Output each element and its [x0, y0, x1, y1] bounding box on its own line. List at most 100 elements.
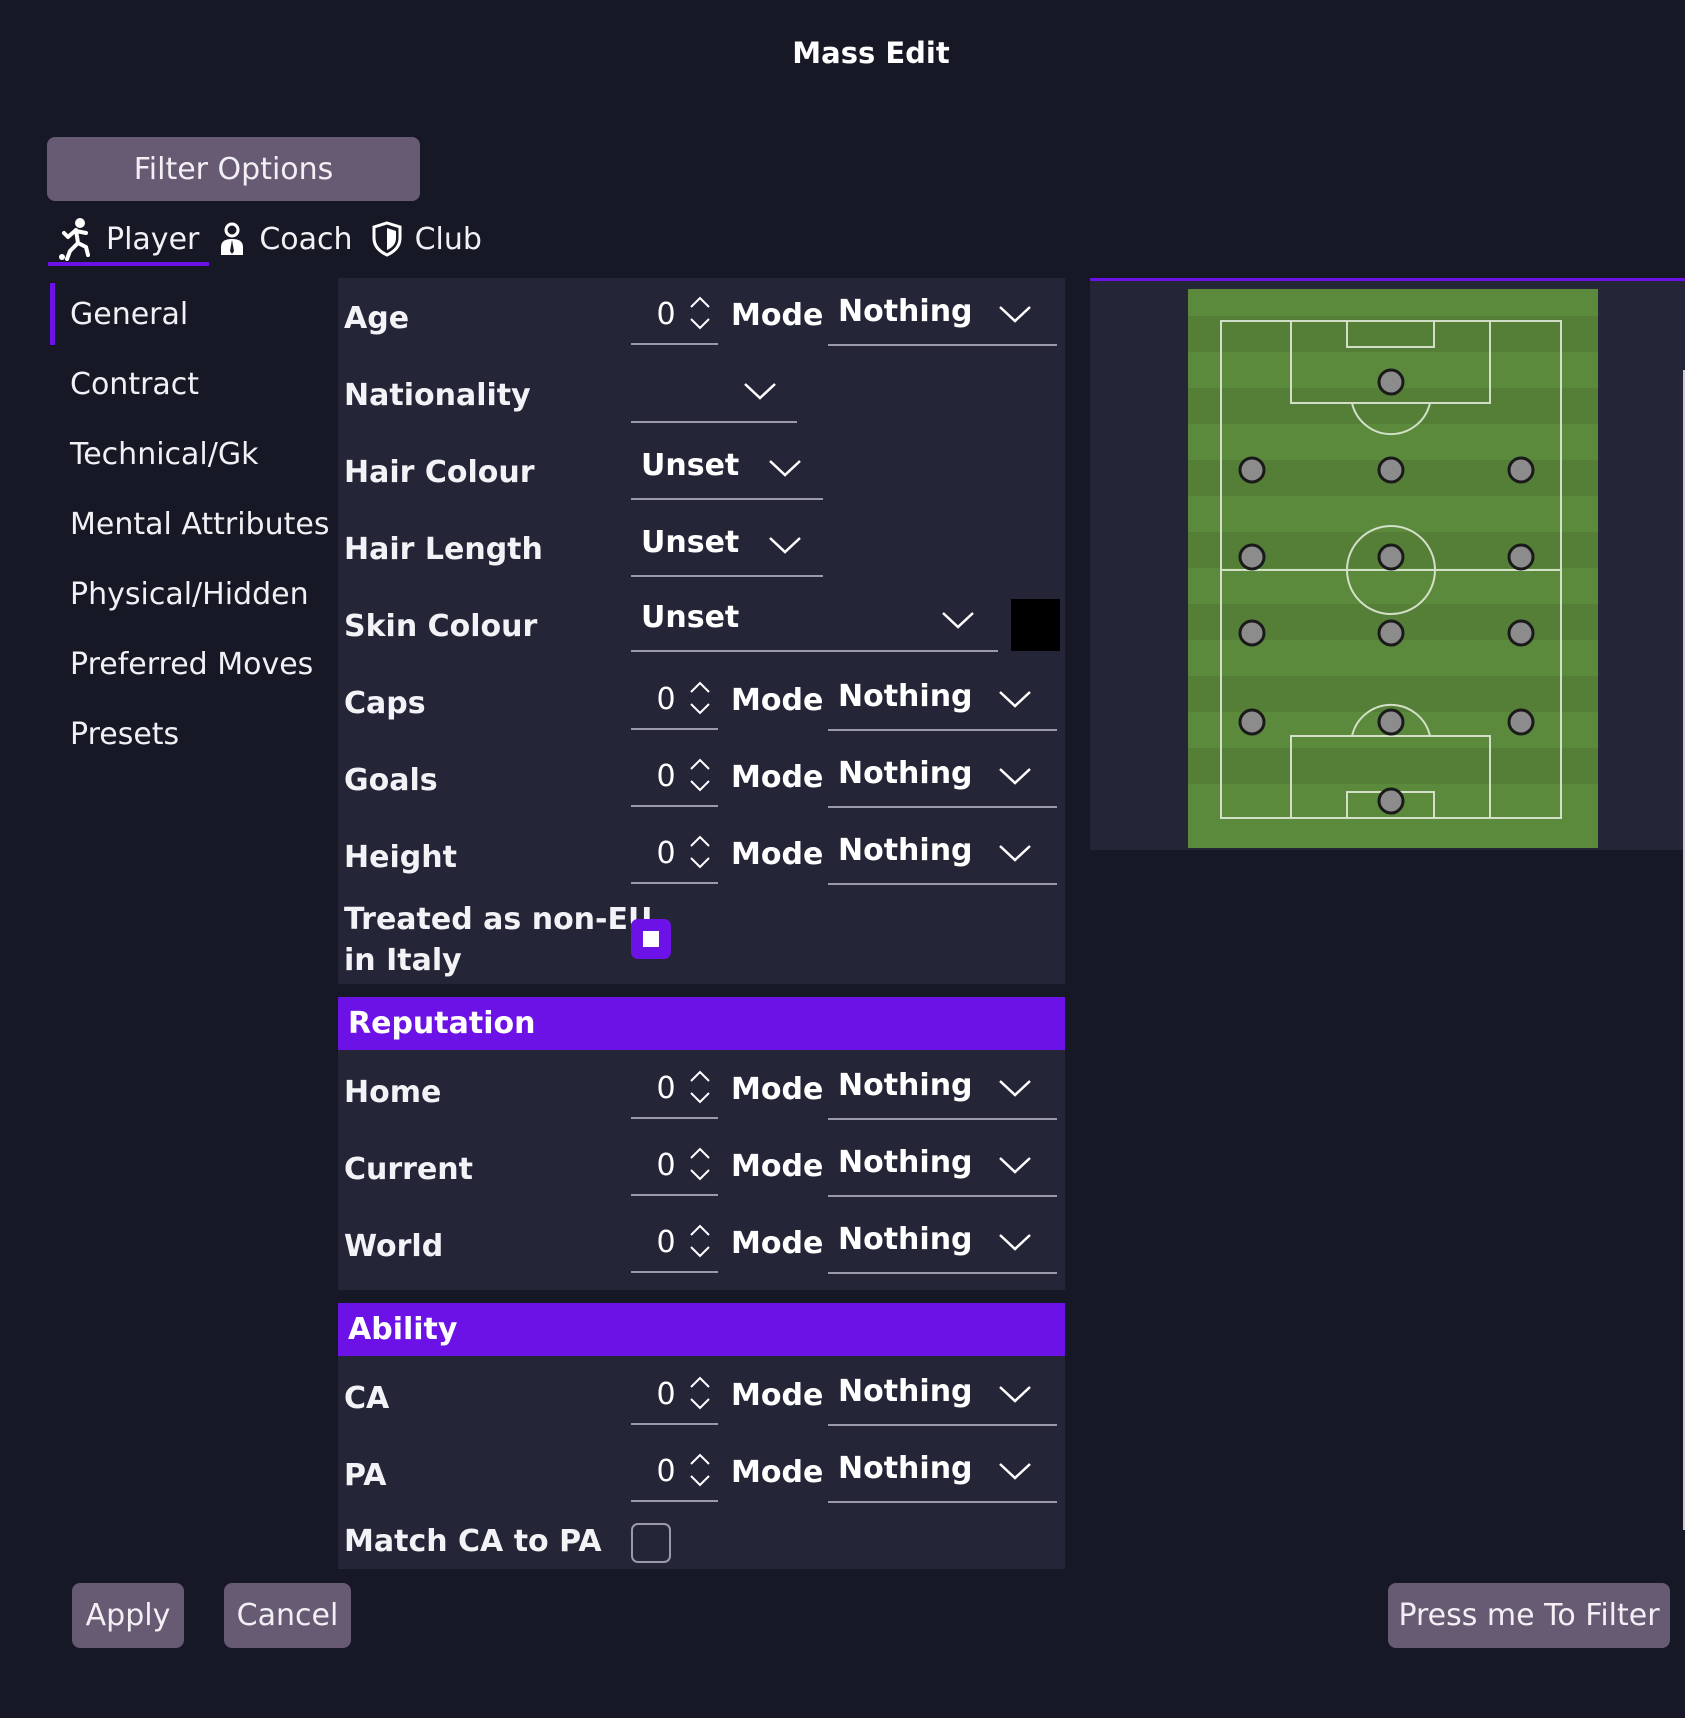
player-position-marker[interactable] — [1377, 543, 1405, 571]
player-position-marker[interactable] — [1238, 708, 1266, 736]
ca-input[interactable]: 0 — [631, 1373, 718, 1425]
world-input[interactable]: 0 — [631, 1221, 718, 1273]
pa-mode-dropdown[interactable]: Nothing — [828, 1447, 1057, 1503]
caps-label: Caps — [344, 686, 426, 721]
club-shield-icon — [372, 221, 402, 257]
apply-button[interactable]: Apply — [72, 1583, 184, 1648]
hair-colour-label: Hair Colour — [344, 455, 535, 490]
entity-tabs: Player Coach Club — [48, 212, 492, 266]
player-position-marker[interactable] — [1377, 368, 1405, 396]
spinner-icon[interactable] — [688, 1144, 712, 1184]
age-input[interactable]: 0 — [631, 293, 718, 345]
non-eu-checkbox[interactable] — [631, 919, 671, 959]
reputation-header: Reputation — [338, 997, 1065, 1050]
world-value: 0 — [656, 1225, 676, 1260]
press-to-filter-button[interactable]: Press me To Filter — [1388, 1583, 1670, 1648]
chevron-down-icon — [999, 1463, 1031, 1480]
caps-mode-dropdown[interactable]: Nothing — [828, 675, 1057, 731]
current-input[interactable]: 0 — [631, 1144, 718, 1196]
goals-mode-dropdown[interactable]: Nothing — [828, 752, 1057, 808]
spinner-icon[interactable] — [688, 1067, 712, 1107]
ca-mode-value: Nothing — [838, 1374, 973, 1409]
goals-input[interactable]: 0 — [631, 755, 718, 807]
spinner-icon[interactable] — [688, 1221, 712, 1261]
player-position-marker[interactable] — [1507, 543, 1535, 571]
sub-navigation: General Contract Technical/Gk Mental Att… — [50, 279, 335, 769]
age-label: Age — [344, 301, 410, 336]
player-position-marker[interactable] — [1377, 619, 1405, 647]
chevron-down-icon — [999, 845, 1031, 862]
hair-length-dropdown[interactable]: Unset — [631, 521, 823, 577]
player-position-marker[interactable] — [1507, 708, 1535, 736]
skin-colour-value: Unset — [641, 600, 740, 635]
spinner-icon[interactable] — [688, 1373, 712, 1413]
skin-colour-swatch[interactable] — [1011, 599, 1060, 651]
subnav-general[interactable]: General — [50, 279, 335, 349]
current-mode-label: Mode — [731, 1149, 824, 1184]
caps-value: 0 — [656, 682, 676, 717]
players-layer — [1238, 368, 1535, 815]
nationality-dropdown[interactable] — [631, 367, 797, 423]
world-mode-dropdown[interactable]: Nothing — [828, 1218, 1057, 1274]
subnav-contract[interactable]: Contract — [50, 349, 335, 419]
height-mode-dropdown[interactable]: Nothing — [828, 829, 1057, 885]
height-label: Height — [344, 840, 457, 875]
age-value: 0 — [656, 297, 676, 332]
spinner-icon[interactable] — [688, 1450, 712, 1490]
player-position-marker[interactable] — [1507, 456, 1535, 484]
match-ca-pa-checkbox[interactable] — [631, 1523, 671, 1563]
subnav-mental-attributes[interactable]: Mental Attributes — [50, 489, 335, 559]
tab-coach-label: Coach — [259, 221, 353, 257]
tab-club[interactable]: Club — [363, 212, 492, 266]
general-panel: Age 0 Mode Nothing Nationality Hair Colo… — [338, 278, 1065, 984]
pa-value: 0 — [656, 1454, 676, 1489]
height-value: 0 — [656, 836, 676, 871]
ability-panel: Ability CA 0 Mode Nothing PA 0 Mode Noth… — [338, 1303, 1065, 1569]
home-input[interactable]: 0 — [631, 1067, 718, 1119]
reputation-panel: Reputation Home 0 Mode Nothing Current 0… — [338, 997, 1065, 1290]
coach-icon — [221, 222, 244, 255]
spinner-icon[interactable] — [688, 293, 712, 333]
subnav-preferred-moves[interactable]: Preferred Moves — [50, 629, 335, 699]
current-label: Current — [344, 1152, 474, 1187]
player-position-marker[interactable] — [1238, 619, 1266, 647]
subnav-technical-gk[interactable]: Technical/Gk — [50, 419, 335, 489]
home-mode-dropdown[interactable]: Nothing — [828, 1064, 1057, 1120]
spinner-icon[interactable] — [688, 678, 712, 718]
player-position-marker[interactable] — [1377, 787, 1405, 815]
chevron-down-icon — [999, 1157, 1031, 1174]
tab-player-label: Player — [106, 221, 200, 257]
caps-mode-value: Nothing — [838, 679, 973, 714]
world-mode-value: Nothing — [838, 1222, 973, 1257]
cancel-button[interactable]: Cancel — [224, 1583, 351, 1648]
caps-input[interactable]: 0 — [631, 678, 718, 730]
subnav-physical-hidden[interactable]: Physical/Hidden — [50, 559, 335, 629]
pa-input[interactable]: 0 — [631, 1450, 718, 1502]
chevron-down-icon — [999, 768, 1031, 785]
height-input[interactable]: 0 — [631, 832, 718, 884]
age-mode-label: Mode — [731, 298, 824, 333]
player-position-marker[interactable] — [1377, 708, 1405, 736]
window-title: Mass Edit — [792, 36, 950, 70]
goals-label: Goals — [344, 763, 438, 798]
tab-club-label: Club — [414, 221, 482, 257]
spinner-icon[interactable] — [688, 832, 712, 872]
age-mode-dropdown[interactable]: Nothing — [828, 290, 1057, 346]
subnav-presets[interactable]: Presets — [50, 699, 335, 769]
world-mode-label: Mode — [731, 1226, 824, 1261]
ca-mode-dropdown[interactable]: Nothing — [828, 1370, 1057, 1426]
player-position-marker[interactable] — [1377, 456, 1405, 484]
skin-colour-label: Skin Colour — [344, 609, 538, 644]
filter-options-button[interactable]: Filter Options — [47, 137, 420, 201]
tab-player[interactable]: Player — [48, 212, 210, 266]
chevron-down-icon — [744, 383, 776, 400]
hair-colour-dropdown[interactable]: Unset — [631, 444, 823, 500]
player-position-marker[interactable] — [1238, 456, 1266, 484]
player-position-marker[interactable] — [1507, 619, 1535, 647]
spinner-icon[interactable] — [688, 755, 712, 795]
current-mode-dropdown[interactable]: Nothing — [828, 1141, 1057, 1197]
tab-coach[interactable]: Coach — [209, 212, 362, 266]
chevron-down-icon — [999, 691, 1031, 708]
skin-colour-dropdown[interactable]: Unset — [631, 596, 998, 652]
player-position-marker[interactable] — [1238, 543, 1266, 571]
